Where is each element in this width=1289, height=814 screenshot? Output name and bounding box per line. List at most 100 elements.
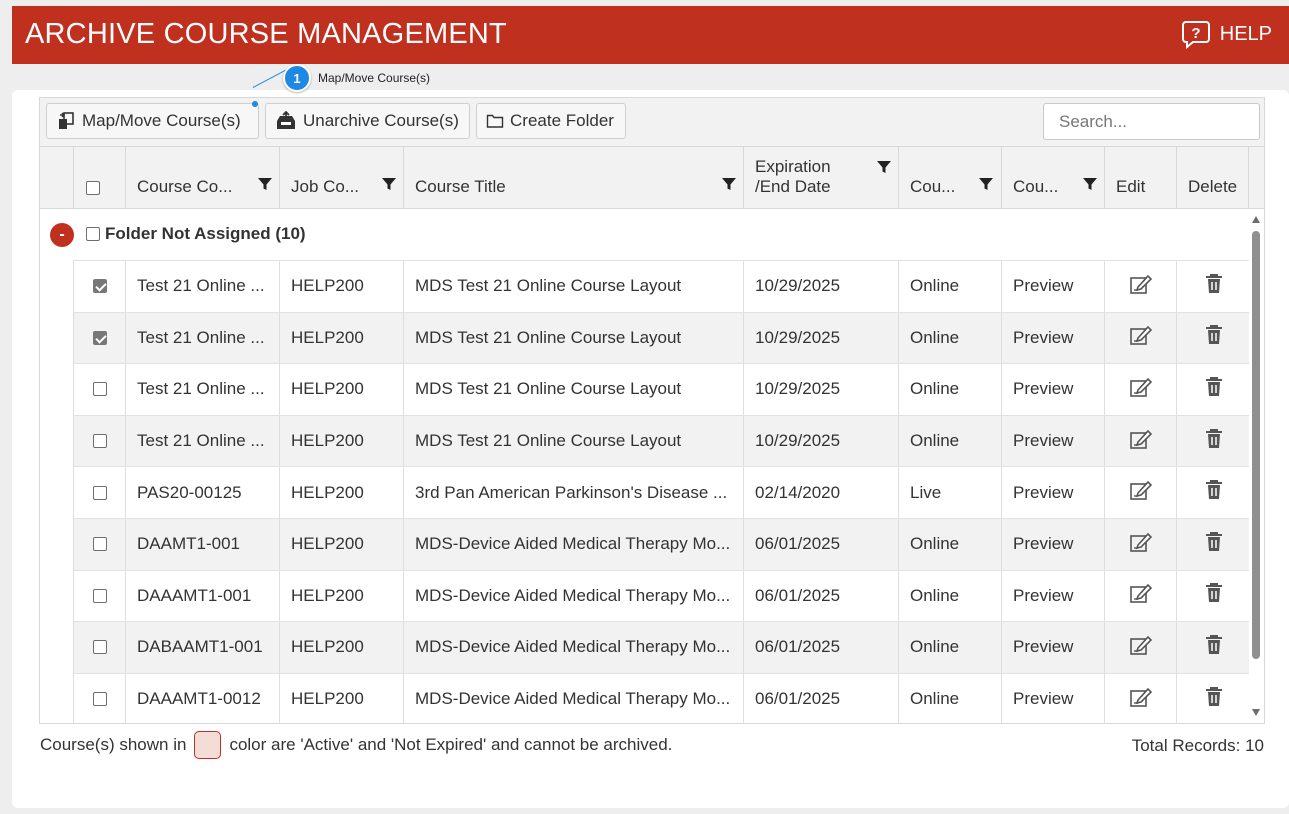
scroll-up-arrow[interactable] [1252, 216, 1260, 223]
trash-icon[interactable] [1204, 686, 1224, 713]
filter-icon[interactable] [876, 159, 892, 180]
edit-icon[interactable] [1129, 531, 1153, 558]
select-cell [73, 415, 125, 467]
edit-cell [1104, 673, 1177, 723]
table-row[interactable]: DAAMT1-001 HELP200 MDS-Device Aided Medica… [73, 518, 1250, 570]
header-course-type[interactable]: Cou... [898, 147, 1001, 208]
select-cell [73, 622, 125, 673]
select-all-checkbox[interactable] [86, 181, 100, 195]
course-grid: Course Co... Job Co... Course Title Expi… [39, 146, 1265, 724]
table-row[interactable]: Test 21 Online ... HELP200 MDS Test 21 Onl… [73, 414, 1250, 467]
row-checkbox[interactable] [92, 640, 107, 655]
preview-link[interactable]: Preview [1001, 364, 1105, 415]
edit-icon[interactable] [1129, 634, 1153, 661]
filter-icon[interactable] [1082, 176, 1098, 197]
group-checkbox[interactable] [86, 227, 100, 241]
edit-icon[interactable] [1129, 376, 1153, 403]
grid-scrollbar[interactable] [1249, 209, 1263, 723]
delete-cell [1176, 519, 1250, 570]
job-code-cell: HELP200 [279, 467, 404, 518]
edit-cell [1104, 570, 1177, 622]
help-label: HELP [1219, 22, 1272, 45]
filter-icon[interactable] [978, 176, 994, 197]
row-checkbox[interactable] [92, 382, 107, 397]
unarchive-courses-button[interactable]: Unarchive Course(s) [265, 103, 470, 139]
edit-icon[interactable] [1129, 582, 1153, 609]
table-row[interactable]: Test 21 Online ... HELP200 MDS Test 21 Onl… [73, 260, 1250, 312]
delete-cell [1176, 673, 1250, 723]
header-course-title[interactable]: Course Title [403, 147, 744, 208]
table-row[interactable]: DAAAMT1-0012 HELP200 MDS-Device Aided Medi… [73, 672, 1250, 723]
course-type-cell: Online [898, 261, 1001, 312]
edit-icon[interactable] [1129, 686, 1153, 713]
table-row[interactable]: DAAAMT1-001 HELP200 MDS-Device Aided Medic… [73, 569, 1250, 622]
course-code-cell: DAAAMT1-0012 [125, 673, 280, 723]
table-row[interactable]: DABAAMT1-001 HELP200 MDS-Device Aided Medi… [73, 621, 1250, 673]
trash-icon[interactable] [1204, 428, 1224, 455]
edit-icon[interactable] [1129, 273, 1153, 300]
row-checkbox[interactable] [92, 330, 107, 345]
row-checkbox[interactable] [92, 692, 107, 707]
header-expiration-line1: Expiration [755, 157, 831, 176]
job-code-cell: HELP200 [279, 622, 404, 673]
trash-icon[interactable] [1204, 531, 1224, 558]
preview-link[interactable]: Preview [1001, 261, 1105, 312]
preview-link[interactable]: Preview [1001, 467, 1105, 518]
trash-icon[interactable] [1204, 582, 1224, 609]
trash-icon[interactable] [1204, 324, 1224, 351]
course-code-cell: DAAMT1-001 [125, 519, 280, 570]
header-course-preview-label: Cou... [1013, 177, 1059, 196]
preview-link[interactable]: Preview [1001, 312, 1105, 364]
header-select-all-cell [73, 147, 126, 208]
row-checkbox[interactable] [92, 537, 107, 552]
course-type-cell: Online [898, 673, 1001, 723]
course-code-cell: Test 21 Online ... [125, 312, 280, 364]
grid-toolbar: Map/Move Course(s) Unarchive Course(s) C… [39, 97, 1265, 146]
callout-connector [252, 69, 287, 88]
course-title-cell: 3rd Pan American Parkinson's Disease ... [403, 467, 744, 518]
edit-icon[interactable] [1129, 479, 1153, 506]
preview-link[interactable]: Preview [1001, 673, 1105, 723]
row-checkbox[interactable] [92, 588, 107, 603]
scroll-down-arrow[interactable] [1252, 709, 1260, 716]
trash-icon[interactable] [1204, 273, 1224, 300]
create-folder-label: Create Folder [510, 111, 614, 130]
search-input[interactable] [1043, 103, 1260, 140]
course-code-cell: Test 21 Online ... [125, 261, 280, 312]
collapse-group-button[interactable]: - [50, 223, 74, 247]
preview-link[interactable]: Preview [1001, 570, 1105, 622]
preview-link[interactable]: Preview [1001, 519, 1105, 570]
delete-cell [1176, 570, 1250, 622]
filter-icon[interactable] [381, 176, 397, 197]
row-checkbox[interactable] [92, 485, 107, 500]
header-expiration-date[interactable]: Expiration /End Date [743, 147, 899, 208]
table-row[interactable]: PAS20-00125 HELP200 3rd Pan American Parki… [73, 466, 1250, 518]
create-folder-button[interactable]: Create Folder [476, 103, 626, 139]
filter-icon[interactable] [721, 176, 737, 197]
header-course-title-label: Course Title [415, 177, 506, 196]
row-checkbox[interactable] [92, 279, 107, 294]
help-button[interactable]: ? HELP [1180, 18, 1272, 50]
row-checkbox[interactable] [92, 434, 107, 449]
trash-icon[interactable] [1204, 376, 1224, 403]
preview-link[interactable]: Preview [1001, 622, 1105, 673]
header-course-preview[interactable]: Cou... [1001, 147, 1105, 208]
edit-icon[interactable] [1129, 428, 1153, 455]
course-title-cell: MDS-Device Aided Medical Therapy Mo... [403, 519, 744, 570]
header-course-code[interactable]: Course Co... [125, 147, 280, 208]
header-job-code[interactable]: Job Co... [279, 147, 404, 208]
preview-link[interactable]: Preview [1001, 415, 1105, 467]
grid-header: Course Co... Job Co... Course Title Expi… [40, 147, 1264, 209]
edit-icon[interactable] [1129, 324, 1153, 351]
table-row[interactable]: Test 21 Online ... HELP200 MDS Test 21 Onl… [73, 363, 1250, 415]
expiration-date-cell: 06/01/2025 [743, 673, 899, 723]
course-title-cell: MDS-Device Aided Medical Therapy Mo... [403, 622, 744, 673]
trash-icon[interactable] [1204, 479, 1224, 506]
edit-cell [1104, 519, 1177, 570]
table-row[interactable]: Test 21 Online ... HELP200 MDS Test 21 Onl… [73, 311, 1250, 364]
scrollbar-thumb[interactable] [1252, 231, 1260, 659]
filter-icon[interactable] [257, 176, 273, 197]
map-move-courses-button[interactable]: Map/Move Course(s) [46, 103, 259, 139]
expiration-date-cell: 06/01/2025 [743, 570, 899, 622]
trash-icon[interactable] [1204, 634, 1224, 661]
